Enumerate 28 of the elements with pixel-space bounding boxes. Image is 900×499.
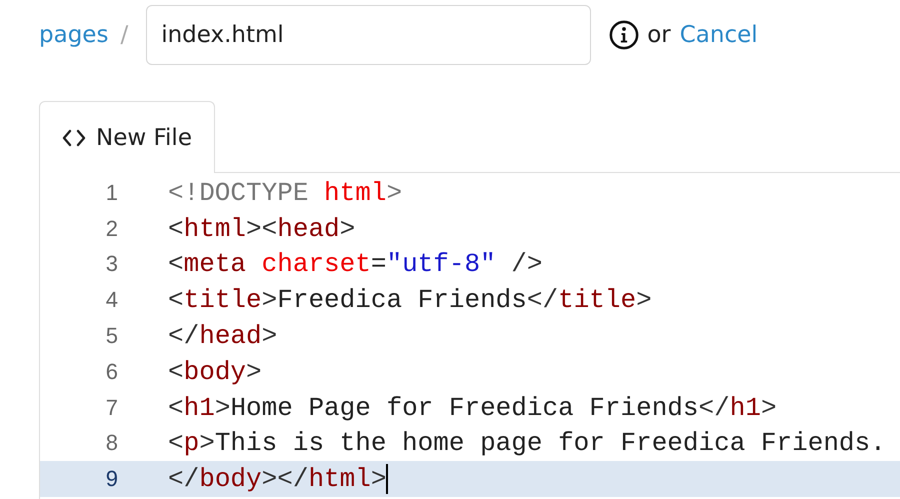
code-line: <body> bbox=[168, 356, 262, 387]
code-line: <meta charset="utf-8" /> bbox=[168, 249, 542, 280]
code-line: <html><head> bbox=[168, 214, 356, 244]
breadcrumb-link[interactable]: pages bbox=[39, 22, 108, 48]
cancel-link[interactable]: Cancel bbox=[680, 22, 758, 48]
filename-field[interactable]: index.html bbox=[146, 5, 592, 65]
line-number: 1 bbox=[104, 180, 118, 206]
line-number: 4 bbox=[104, 287, 118, 314]
or-text: or bbox=[647, 22, 671, 48]
code-line: </head> bbox=[168, 321, 278, 352]
line-number: 9 bbox=[104, 466, 118, 492]
code-line: <title>Freedica Friends</title> bbox=[168, 285, 652, 316]
breadcrumb-separator: / bbox=[120, 22, 128, 48]
new-file-tab[interactable]: New File bbox=[39, 101, 215, 173]
tab-label: New File bbox=[96, 124, 192, 150]
line-number: 6 bbox=[104, 358, 118, 385]
line-number: 2 bbox=[104, 216, 118, 242]
text-cursor bbox=[386, 464, 388, 494]
code-line: <h1>Home Page for Freedica Friends</h1> bbox=[168, 392, 777, 423]
code-line: </body></html> bbox=[168, 464, 388, 494]
info-icon[interactable] bbox=[609, 20, 640, 50]
line-number: 5 bbox=[104, 323, 118, 350]
code-line: <!DOCTYPE html> bbox=[168, 178, 402, 208]
line-number: 7 bbox=[104, 394, 118, 421]
line-number: 3 bbox=[104, 251, 118, 278]
line-number: 8 bbox=[104, 430, 118, 456]
code-line: <p>This is the home page for Freedica Friends. bbox=[168, 428, 886, 458]
code-icon bbox=[62, 128, 86, 146]
